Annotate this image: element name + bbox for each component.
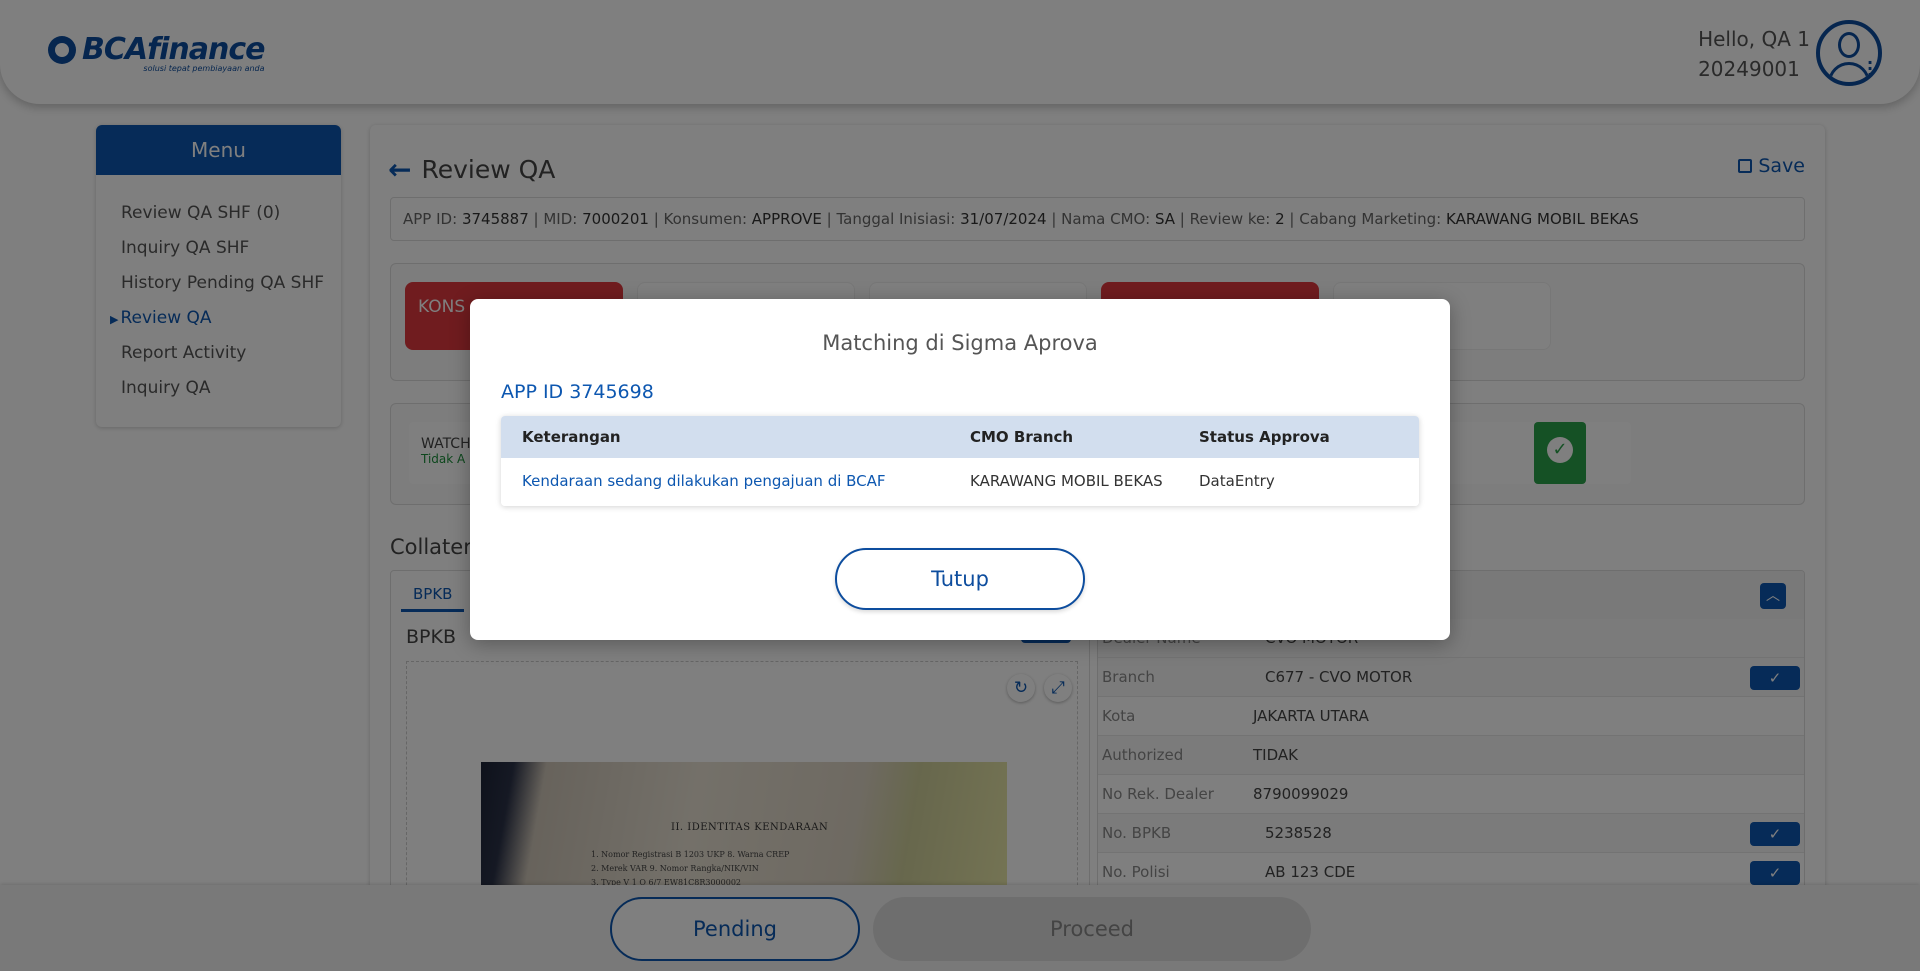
cell-status: DataEntry <box>1199 472 1275 490</box>
matching-modal: Matching di Sigma Aprova APP ID 3745698 K… <box>470 299 1450 640</box>
cell-cmo-branch: KARAWANG MOBIL BEKAS <box>970 472 1163 490</box>
close-button[interactable]: Tutup <box>835 548 1085 610</box>
app-id-value: 3745698 <box>569 381 654 403</box>
column-header-status-approva: Status Approva <box>1199 428 1330 446</box>
matching-table: Keterangan CMO Branch Status Approva Ken… <box>501 416 1419 506</box>
table-row: Kendaraan sedang dilakukan pengajuan di … <box>501 458 1419 506</box>
app-id-label: APP ID <box>501 381 564 403</box>
column-header-cmo-branch: CMO Branch <box>970 428 1074 446</box>
modal-app-id: APP ID 3745698 <box>501 381 654 403</box>
table-header: Keterangan CMO Branch Status Approva <box>501 416 1419 458</box>
cell-keterangan[interactable]: Kendaraan sedang dilakukan pengajuan di … <box>522 458 886 504</box>
column-header-keterangan: Keterangan <box>522 428 621 446</box>
modal-title: Matching di Sigma Aprova <box>822 331 1098 355</box>
